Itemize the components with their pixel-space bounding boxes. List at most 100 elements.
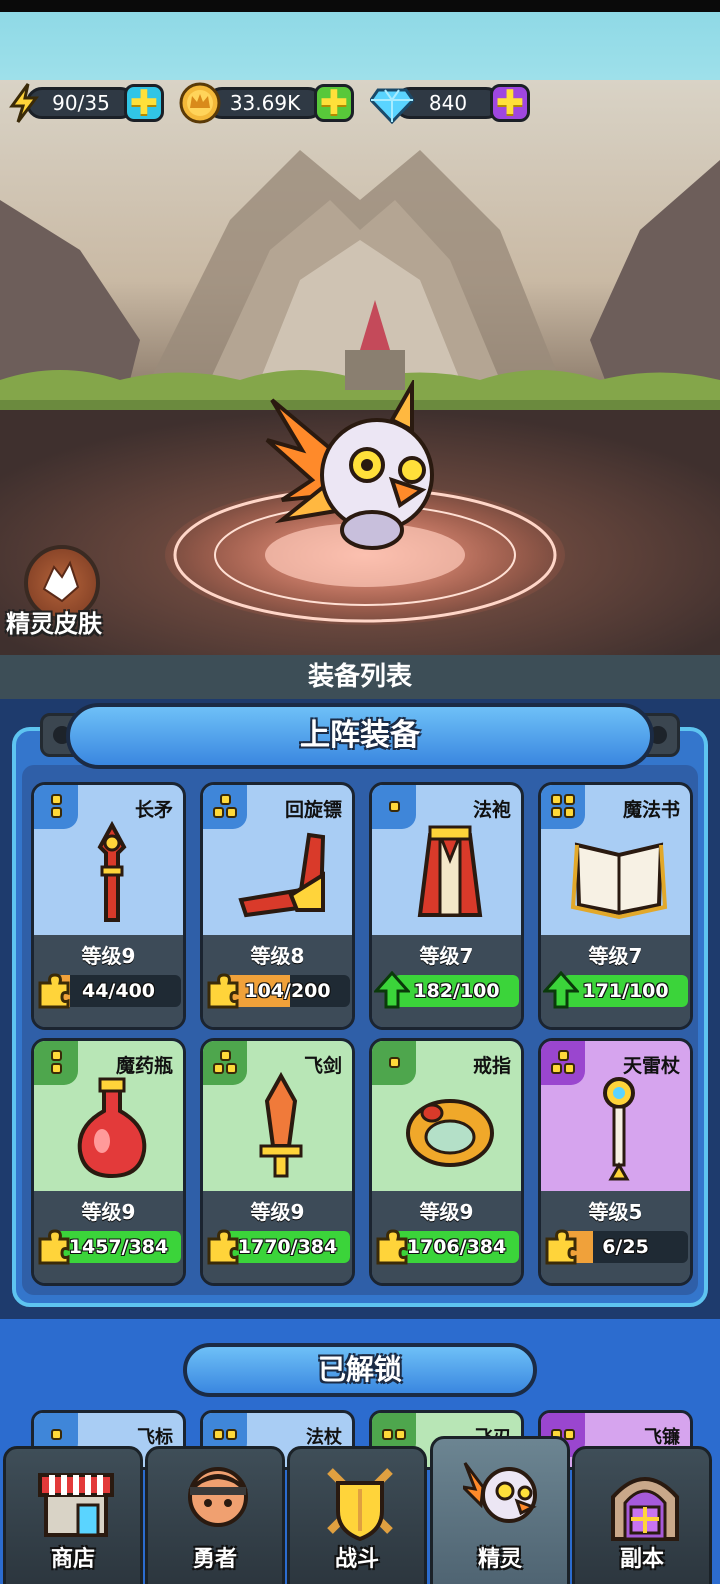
gold-add-button[interactable]: ✚	[314, 84, 354, 122]
nav-tab[interactable]: 战斗	[287, 1446, 427, 1584]
dungeon-gate-icon	[611, 1477, 679, 1541]
diamond-icon	[370, 88, 414, 124]
status-bar	[0, 0, 720, 12]
shop-icon	[38, 1473, 114, 1537]
equipment-progress-text: 1706/384	[406, 1236, 507, 1258]
equipment-progress-bar: 44/400	[56, 975, 181, 1007]
energy-resource: 90/35 ✚	[8, 82, 164, 124]
equipment-progress-bar: 1457/384	[56, 1231, 181, 1263]
puzzle-piece-icon	[376, 1229, 408, 1265]
crown-coin-icon	[179, 82, 221, 124]
equipment-art	[570, 842, 668, 920]
equipment-progress-bar: 1770/384	[225, 1231, 350, 1263]
nav-tab[interactable]: 勇者	[145, 1446, 285, 1584]
star-dot	[551, 807, 562, 818]
equipment-card[interactable]: 天雷杖 等级5 6/25	[538, 1038, 693, 1286]
deployed-equipment-title: 上阵装备	[66, 703, 654, 769]
energy-add-button[interactable]: ✚	[124, 84, 164, 122]
equipment-level: 等级9	[419, 1200, 474, 1224]
plus-icon: ✚	[129, 83, 159, 123]
spirit-icon	[463, 1462, 537, 1523]
equipment-art	[238, 832, 326, 918]
equipment-art	[406, 1099, 494, 1167]
puzzle-piece-icon	[38, 1229, 70, 1265]
star-dot	[51, 1429, 62, 1440]
upgrade-arrow-icon	[374, 971, 410, 1009]
star-dot	[51, 807, 62, 818]
equipment-progress-text: 171/100	[582, 980, 669, 1002]
nav-tab[interactable]: 副本	[572, 1446, 712, 1584]
energy-value: 90/35	[26, 87, 136, 119]
equipment-card[interactable]: 长矛 等级9 44/400	[31, 782, 186, 1030]
star-dot	[51, 1063, 62, 1074]
star-dot	[51, 1050, 62, 1061]
equipment-progress-bar: 182/100	[394, 975, 519, 1007]
deployed-equipment-title-text: 上阵装备	[300, 718, 420, 753]
deployed-equipment-title-bar: 上阵装备	[40, 703, 680, 769]
equipment-card[interactable]: 魔药瓶 等级9 1457/384	[31, 1038, 186, 1286]
sky-band	[0, 12, 720, 80]
star-dot	[51, 794, 62, 805]
diamond-add-button[interactable]: ✚	[490, 84, 530, 122]
equipment-level: 等级8	[250, 944, 305, 968]
equipment-card[interactable]: 飞剑 等级9 1770/384	[200, 1038, 355, 1286]
star-dot	[551, 1063, 562, 1074]
nav-tab-label: 精灵	[477, 1547, 522, 1572]
equipment-list-header: 装备列表	[0, 655, 720, 699]
equipment-progress-text: 104/200	[244, 980, 331, 1002]
equipment-level: 等级9	[250, 1200, 305, 1224]
nav-tab[interactable]: 商店	[3, 1446, 143, 1584]
puzzle-piece-icon	[545, 1229, 577, 1265]
star-dot	[213, 1429, 224, 1440]
nav-tab[interactable]: 精灵	[430, 1436, 570, 1584]
spirit-skin-label: 精灵皮肤	[6, 610, 102, 638]
nav-tab-label: 商店	[50, 1547, 95, 1572]
gold-resource: 33.69K ✚	[178, 82, 358, 124]
equipment-level: 等级5	[588, 1200, 643, 1224]
equipment-progress-bar: 104/200	[225, 975, 350, 1007]
diamond-resource: 840 ✚	[370, 82, 536, 124]
puzzle-piece-icon	[207, 1229, 239, 1265]
plus-icon: ✚	[495, 83, 525, 123]
star-dot	[564, 1429, 575, 1440]
star-dot	[551, 794, 562, 805]
equipment-card[interactable]: 回旋镖 等级8 104/200	[200, 782, 355, 1030]
star-dot	[564, 794, 575, 805]
gold-value: 33.69K	[206, 87, 324, 119]
equipment-list-title: 装备列表	[307, 662, 412, 692]
star-dot	[220, 794, 231, 805]
equipment-art	[417, 825, 483, 917]
equipment-progress-text: 44/400	[81, 980, 156, 1002]
star-dot	[558, 1050, 569, 1061]
hero-icon	[188, 1467, 248, 1527]
equipment-level: 等级9	[81, 944, 136, 968]
spirit-creature[interactable]	[262, 380, 462, 560]
equipment-progress-bar: 1706/384	[394, 1231, 519, 1263]
equipment-card[interactable]: 魔法书 等级7 171/100	[538, 782, 693, 1030]
star-dot	[382, 1429, 393, 1440]
star-dot	[389, 801, 400, 812]
bottom-nav: 商店 勇者 战斗 精灵 副本	[0, 1436, 720, 1584]
battle-shield-icon	[327, 1468, 393, 1541]
equipment-progress-text: 1770/384	[237, 1236, 338, 1258]
equipment-progress-text: 1457/384	[68, 1236, 169, 1258]
star-dot	[213, 807, 224, 818]
equipment-art	[603, 1077, 635, 1181]
scene-background	[0, 150, 720, 655]
upgrade-arrow-icon	[543, 971, 579, 1009]
puzzle-piece-icon	[38, 973, 70, 1009]
equipment-progress-text: 6/25	[602, 1236, 649, 1258]
equipment-progress-text: 182/100	[413, 980, 500, 1002]
equipment-card[interactable]: 法袍 等级7 182/100	[369, 782, 524, 1030]
nav-tab-label: 勇者	[192, 1547, 237, 1572]
nav-tab-label: 战斗	[334, 1547, 379, 1572]
nav-tab-label: 副本	[619, 1547, 664, 1572]
star-dot	[395, 1429, 406, 1440]
equipment-level: 等级7	[419, 944, 474, 968]
equipment-card[interactable]: 戒指 等级9 1706/384	[369, 1038, 524, 1286]
equipment-art	[97, 820, 127, 922]
plus-icon: ✚	[319, 83, 349, 123]
unlocked-title-text: 已解锁	[317, 1353, 402, 1386]
star-dot	[389, 1057, 400, 1068]
star-dot	[220, 1050, 231, 1061]
